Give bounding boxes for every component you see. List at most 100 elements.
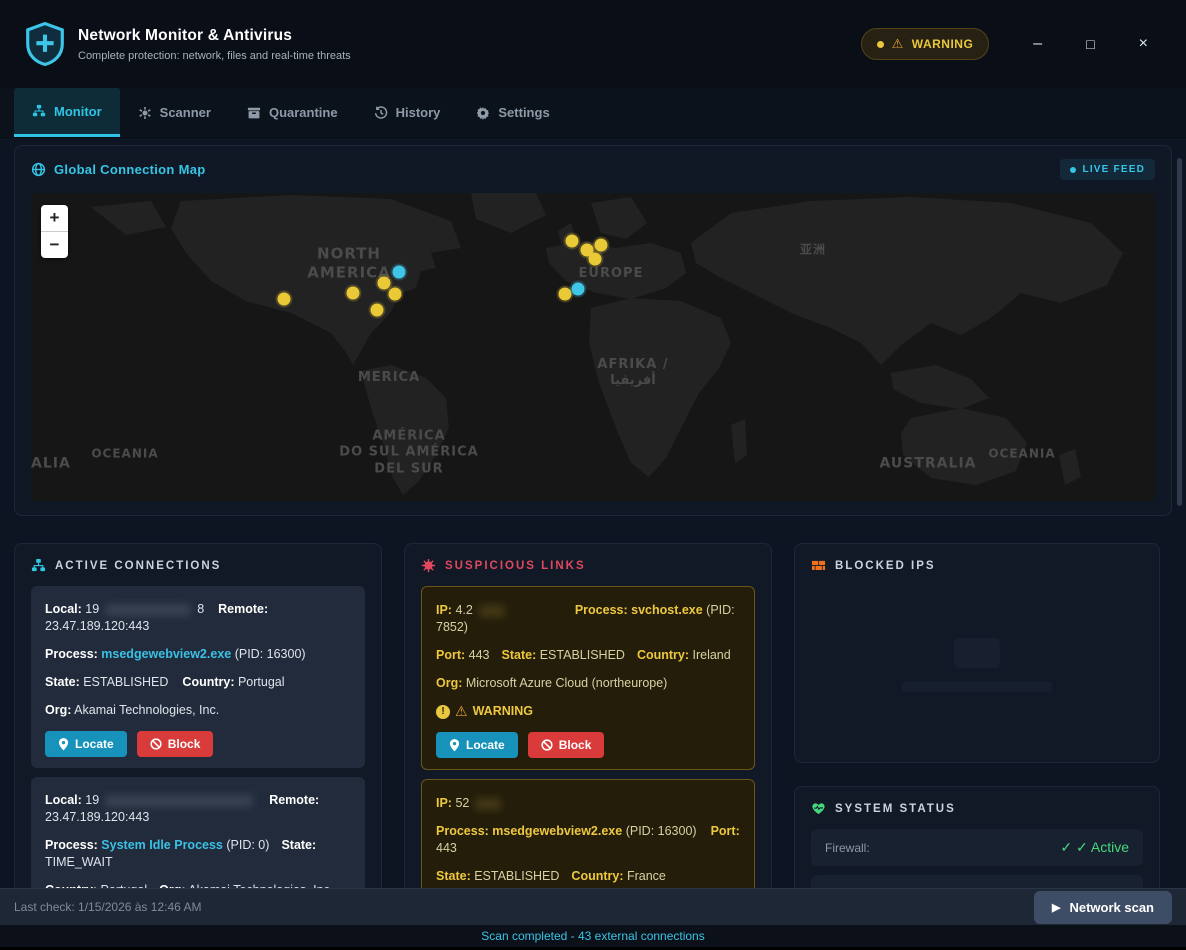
tab-quarantine[interactable]: Quarantine <box>229 88 356 137</box>
field-value: 443 <box>465 648 489 662</box>
connection-marker-yellow[interactable] <box>389 288 402 301</box>
redacted-text <box>479 605 505 617</box>
footer-bar: Last check: 1/15/2026 às 12:46 AM ▶ Netw… <box>0 888 1186 925</box>
field-label: Port: <box>711 824 740 838</box>
last-check-text: Last check: 1/15/2026 às 12:46 AM <box>14 900 201 914</box>
tab-scanner[interactable]: Scanner <box>120 88 229 137</box>
blocked-ips-empty-state <box>811 586 1143 744</box>
field-value: ESTABLISHED <box>536 648 625 662</box>
map-continent-label: AMÉRICA DO SUL AMÉRICA DEL SUR <box>339 429 478 478</box>
field-value: 4.2 <box>452 603 473 617</box>
field-value: Akamai Technologies, Inc. <box>71 703 219 717</box>
field-label: State: <box>281 838 316 852</box>
field-label: Process: svchost.exe <box>575 603 703 617</box>
network-icon <box>31 558 46 573</box>
world-map[interactable]: + − NORTH AMERICA EUROPE 亚洲 AFRIKA / أفريقي… <box>31 193 1155 501</box>
empty-state-text <box>902 682 1052 692</box>
block-button[interactable]: Block <box>528 732 605 758</box>
firewall-status-row: Firewall: ✓ ✓ Active <box>811 829 1143 866</box>
blocked-ips-title: BLOCKED IPS <box>835 560 936 572</box>
close-button[interactable]: × <box>1139 36 1148 52</box>
map-continent-label: NORTH AMERICA <box>307 244 391 282</box>
field-label: Process: <box>45 647 98 661</box>
minimize-button[interactable]: – <box>1033 36 1042 52</box>
tab-label: Quarantine <box>269 105 338 120</box>
suspicious-links-panel: SUSPICIOUS LINKS IP: 4.2Process: svchost… <box>404 543 772 888</box>
warning-badge-label: WARNING <box>912 37 974 51</box>
network-scan-button[interactable]: ▶ Network scan <box>1034 891 1172 924</box>
connection-marker-cyan[interactable] <box>393 266 406 279</box>
connection-marker-yellow[interactable] <box>595 239 608 252</box>
tab-monitor[interactable]: Monitor <box>14 88 120 137</box>
connection-marker-yellow[interactable] <box>566 235 579 248</box>
zoom-out-button[interactable]: − <box>41 231 68 258</box>
tab-label: Settings <box>498 105 549 120</box>
connection-marker-yellow[interactable] <box>278 293 291 306</box>
locate-button[interactable]: Locate <box>436 732 518 758</box>
tab-settings[interactable]: Settings <box>458 88 567 137</box>
field-label: Local: <box>45 793 82 807</box>
field-label: IP: <box>436 603 452 617</box>
zoom-in-button[interactable]: + <box>41 205 68 231</box>
field-label: Org: <box>436 676 462 690</box>
redacted-text <box>475 798 501 810</box>
scan-icon <box>138 106 152 120</box>
globe-icon <box>31 162 46 177</box>
field-label: State: <box>502 648 537 662</box>
map-zoom-control: + − <box>41 205 68 258</box>
field-label: Org: <box>45 703 71 717</box>
tab-history[interactable]: History <box>356 88 459 137</box>
map-continent-label: 亚洲 <box>800 243 826 258</box>
active-connections-panel: ACTIVE CONNECTIONS Local: 198Remote: 23.… <box>14 543 382 888</box>
field-label: Remote: <box>269 793 319 807</box>
connection-marker-yellow[interactable] <box>347 287 360 300</box>
firewall-brick-icon <box>811 558 826 573</box>
gear-icon <box>476 106 490 120</box>
connection-card: Local: 198Remote: 23.47.189.120:443Proce… <box>31 586 365 768</box>
map-title: Global Connection Map <box>54 162 205 177</box>
block-button[interactable]: Block <box>137 731 214 757</box>
scan-status-line: Scan completed - 43 external connections <box>0 925 1186 947</box>
connection-marker-yellow[interactable] <box>371 304 384 317</box>
active-connections-title: ACTIVE CONNECTIONS <box>55 560 221 572</box>
maximize-button[interactable]: □ <box>1086 37 1094 51</box>
connection-marker-yellow[interactable] <box>378 277 391 290</box>
field-label: State: <box>436 869 471 883</box>
field-value: 23.47.189.120:443 <box>45 619 149 633</box>
field-value: TIME_WAIT <box>45 855 113 869</box>
firewall-value: ✓ ✓ Active <box>1060 839 1129 856</box>
play-icon: ▶ <box>1052 901 1060 914</box>
connection-marker-yellow[interactable] <box>559 288 572 301</box>
vertical-scrollbar[interactable] <box>1177 158 1182 506</box>
process-name: msedgewebview2.exe <box>98 647 231 661</box>
field-label: Process: msedgewebview2.exe <box>436 824 622 838</box>
heart-pulse-icon <box>811 801 826 816</box>
global-connection-map-panel: Global Connection Map LIVE FEED <box>14 145 1172 516</box>
field-value: Ireland <box>689 648 731 662</box>
firewall-label: Firewall: <box>825 841 870 855</box>
map-continent-label: EUROPE <box>579 266 644 282</box>
live-feed-badge: LIVE FEED <box>1060 159 1155 180</box>
tab-bar: Monitor Scanner Quarantine History Settings <box>0 88 1186 138</box>
map-continent-label: AUSTRALIA <box>880 455 977 473</box>
status-dot-icon <box>877 41 884 48</box>
warning-status-badge[interactable]: ⚠ WARNING <box>861 28 990 60</box>
tab-label: Monitor <box>54 104 102 119</box>
field-label: Country: <box>571 869 623 883</box>
system-status-title: SYSTEM STATUS <box>835 803 956 815</box>
field-label: Country: <box>637 648 689 662</box>
network-scan-label: Network scan <box>1069 900 1154 915</box>
map-continent-label: OCEANIA <box>988 447 1055 462</box>
connection-marker-yellow[interactable] <box>589 253 602 266</box>
map-continent-label: AFRIKA / أفريقيا <box>597 357 668 390</box>
live-feed-label: LIVE FEED <box>1083 164 1145 175</box>
field-value: France <box>624 869 666 883</box>
connection-marker-cyan[interactable] <box>572 283 585 296</box>
world-map-continents <box>31 193 1149 501</box>
field-label: State: <box>45 675 80 689</box>
virus-icon <box>421 558 436 573</box>
locate-button[interactable]: Locate <box>45 731 127 757</box>
field-value: (PID: 16300) <box>231 647 305 661</box>
field-value: Portugal <box>235 675 285 689</box>
field-value: ESTABLISHED <box>80 675 169 689</box>
